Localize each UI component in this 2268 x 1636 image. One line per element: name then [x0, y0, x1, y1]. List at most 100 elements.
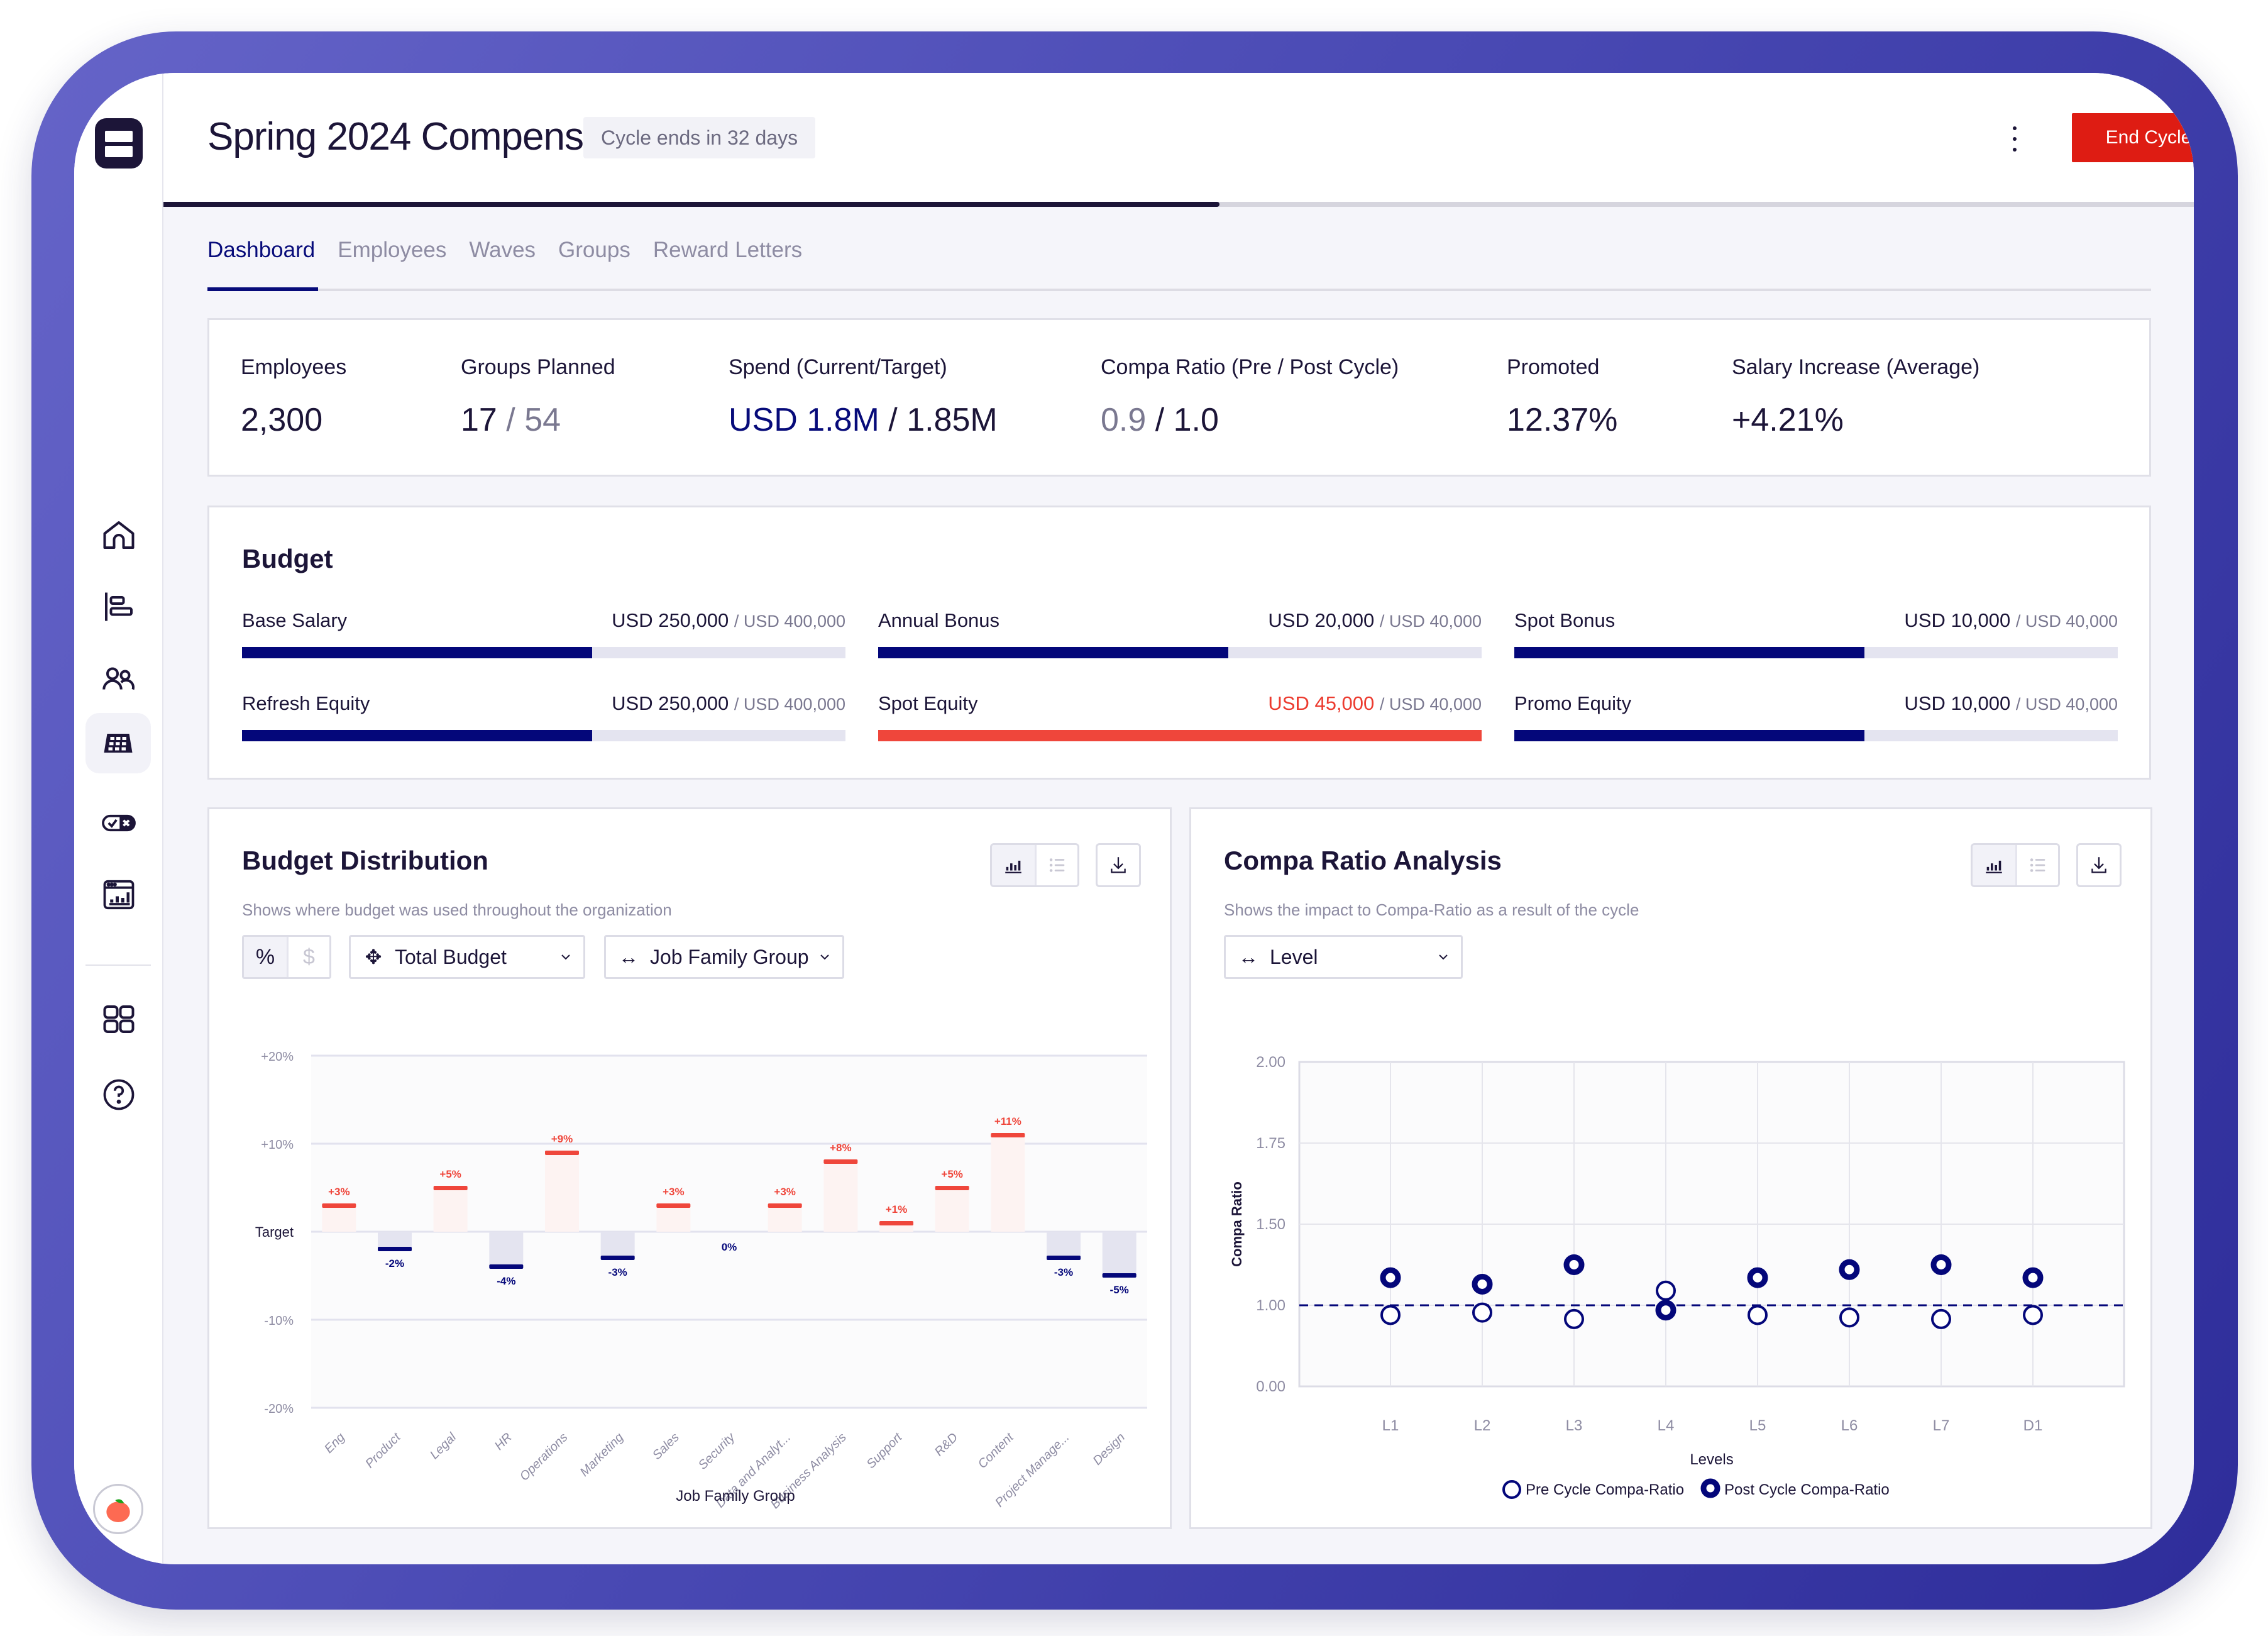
bar	[600, 1232, 635, 1258]
tab-dashboard[interactable]: Dashboard	[207, 238, 315, 263]
sidebar-item-people[interactable]	[97, 656, 141, 700]
stat-value: USD 1.8M / 1.85M	[729, 401, 998, 439]
summary-stats-card: Employees 2,300 Groups Planned 17 / 54 S…	[207, 318, 2151, 477]
post-cycle-point	[1655, 1300, 1676, 1321]
bar-cap	[378, 1247, 412, 1251]
data-label: -3%	[1054, 1266, 1073, 1278]
calendar-grid-icon	[104, 734, 133, 753]
list-view-button[interactable]	[2015, 845, 2058, 885]
stat-groups-planned: Groups Planned 17 / 54	[461, 355, 615, 439]
bar	[545, 1152, 579, 1232]
tab-employees[interactable]: Employees	[338, 238, 446, 263]
budget-item-base-salary: Base Salary USD 250,000 / USD 400,000	[242, 609, 845, 658]
budget-progress-fill	[878, 730, 1482, 741]
y-tick-label: +20%	[261, 1050, 294, 1064]
compa-ratio-subtitle: Shows the impact to Compa-Ratio as a res…	[1224, 900, 1639, 919]
user-avatar[interactable]	[93, 1484, 143, 1534]
x-tick-label: Content	[976, 1430, 1017, 1471]
budget-progress-bar	[1514, 730, 2118, 741]
compa-ratio-chart: 0.00 1.00 1.50 1.75 2.00 L1 L2 L3 L4 L5 L6 L7 D1 Comp…	[1229, 1054, 2125, 1499]
chart-view-button[interactable]	[992, 845, 1035, 885]
view-toggle	[990, 843, 1079, 887]
tab-waves[interactable]: Waves	[469, 238, 536, 263]
sidebar-item-cycles[interactable]	[85, 713, 151, 773]
tab-reward-letters[interactable]: Reward Letters	[653, 238, 802, 263]
tab-bar: Dashboard Employees Waves Groups Reward Lett…	[207, 238, 802, 263]
stat-value: 2,300	[241, 402, 323, 438]
x-tick-label: R&D	[932, 1430, 961, 1459]
budget-total: / USD 40,000	[1379, 612, 1482, 631]
post-cycle-point	[1930, 1254, 1952, 1275]
stat-value: 0.9 / 1.0	[1101, 401, 1399, 439]
budget-item-header: Annual Bonus USD 20,000 / USD 40,000	[878, 609, 1482, 632]
y-axis-title: Compa Ratio	[1229, 1181, 1245, 1267]
y-tick-label: 1.00	[1256, 1297, 1285, 1314]
download-button[interactable]	[1096, 843, 1141, 887]
download-button[interactable]	[2076, 843, 2122, 887]
stat-employees: Employees 2,300	[241, 355, 346, 439]
more-options-button[interactable]	[2005, 123, 2024, 155]
x-tick-label: L3	[1566, 1417, 1583, 1434]
list-view-button[interactable]	[1035, 845, 1077, 885]
end-cycle-button[interactable]: End Cycle	[2072, 113, 2194, 162]
post-cycle-point	[2022, 1267, 2044, 1288]
y-tick-label: 1.75	[1256, 1135, 1285, 1152]
budget-spent: USD 10,000	[1904, 692, 2011, 714]
x-axis-title: Job Family Group	[676, 1488, 795, 1505]
pre-cycle-point	[1564, 1308, 1584, 1329]
data-label: 0%	[722, 1241, 737, 1253]
pre-cycle-point	[1380, 1305, 1401, 1325]
stat-value: 17 / 54	[461, 401, 615, 439]
x-tick-label: L5	[1749, 1417, 1766, 1434]
dollar-toggle[interactable]: $	[287, 937, 329, 977]
people-icon	[102, 667, 135, 690]
percent-toggle[interactable]: %	[244, 937, 287, 977]
budget-spent: USD 250,000	[612, 609, 729, 631]
stat-label: Groups Planned	[461, 355, 615, 379]
dot-icon	[2013, 126, 2017, 131]
sidebar-item-planning[interactable]	[97, 585, 141, 629]
chart-view-button[interactable]	[1973, 845, 2015, 885]
group-by-select[interactable]: ↔ Job Family Group	[604, 935, 844, 979]
budget-item-value: USD 10,000 / USD 40,000	[1904, 609, 2118, 632]
budget-progress-bar	[1514, 647, 2118, 658]
legend-pre-cycle-label: Pre Cycle Compa-Ratio	[1526, 1481, 1684, 1498]
chevron-down-icon	[1439, 954, 1448, 960]
list-icon	[2030, 858, 2045, 872]
data-label: +3%	[774, 1186, 796, 1198]
stat-value: 12.37%	[1507, 402, 1618, 438]
spend-target: 1.85M	[906, 402, 998, 438]
chevron-down-icon	[561, 954, 570, 960]
sidebar-item-help[interactable]	[97, 1073, 141, 1117]
measure-select[interactable]: ✥ Total Budget	[349, 935, 585, 979]
app-logo[interactable]	[95, 118, 143, 169]
sidebar-item-apps[interactable]	[97, 997, 141, 1041]
budget-progress-bar	[242, 730, 845, 741]
tab-groups[interactable]: Groups	[558, 238, 630, 263]
spend-separator: /	[879, 402, 907, 438]
budget-item-value: USD 20,000 / USD 40,000	[1268, 609, 1482, 632]
sidebar-item-approvals[interactable]	[97, 801, 141, 845]
sidebar-item-home[interactable]	[97, 513, 141, 557]
budget-distribution-subtitle: Shows where budget was used throughout t…	[242, 900, 672, 919]
horizontal-arrows-icon: ↔	[619, 945, 639, 968]
data-label: -3%	[608, 1266, 627, 1278]
level-select[interactable]: ↔ Level	[1224, 935, 1463, 979]
budget-title: Budget	[242, 544, 333, 573]
x-tick-label: Operations	[517, 1430, 571, 1484]
stat-label: Promoted	[1507, 355, 1600, 379]
apps-grid-icon	[103, 1005, 135, 1033]
y-tick-label: -20%	[264, 1402, 294, 1416]
sidebar-item-analytics[interactable]	[97, 873, 141, 917]
budget-progress-fill	[878, 647, 1228, 658]
chevron-down-icon	[820, 954, 829, 960]
pre-cycle-point	[1656, 1280, 1676, 1301]
stat-promoted: Promoted 12.37%	[1507, 355, 1617, 439]
data-label: +3%	[328, 1186, 350, 1198]
x-tick-label: D1	[2023, 1417, 2043, 1434]
help-icon	[103, 1079, 135, 1110]
x-tick-label: L6	[1841, 1417, 1858, 1434]
data-label: -5%	[1110, 1284, 1129, 1296]
download-icon	[2091, 857, 2106, 873]
budget-item-value: USD 250,000 / USD 400,000	[612, 692, 845, 715]
